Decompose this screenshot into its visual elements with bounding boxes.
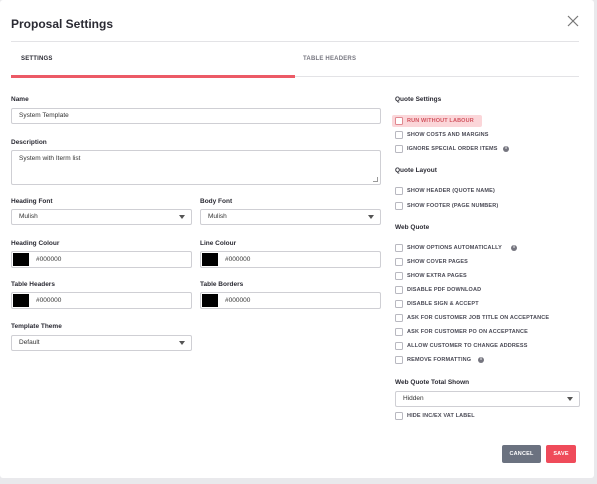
line-colour-picker[interactable]: #000000 — [200, 251, 381, 268]
web-quote-total-value: Hidden — [403, 395, 424, 402]
template-theme-select[interactable]: Default — [11, 335, 192, 351]
resize-handle[interactable] — [373, 177, 378, 182]
close-icon[interactable] — [566, 14, 580, 28]
template-theme-value: Default — [19, 339, 40, 346]
description-text: System with Iterm list — [19, 155, 81, 162]
quote-settings-heading: Quote Settings — [395, 96, 442, 103]
chevron-down-icon — [567, 397, 573, 401]
checkbox-show-options-automatically[interactable] — [395, 244, 403, 252]
color-swatch — [202, 294, 218, 307]
color-swatch — [202, 253, 218, 266]
line-colour-label: Line Colour — [200, 240, 237, 247]
proposal-settings-modal: Proposal Settings SETTINGS TABLE HEADERS… — [0, 0, 594, 478]
template-theme-label: Template Theme — [11, 323, 62, 330]
body-font-value: Mulish — [208, 213, 227, 220]
table-headers-colour-picker[interactable]: #000000 — [11, 292, 192, 309]
info-icon[interactable]: i — [478, 357, 484, 363]
chevron-down-icon — [368, 215, 374, 219]
heading-colour-label: Heading Colour — [11, 240, 60, 247]
checkbox-show-cover-pages[interactable] — [395, 258, 403, 266]
checkbox-disable-pdf-download[interactable] — [395, 286, 403, 294]
checkbox-allow-change-address[interactable] — [395, 342, 403, 350]
line-colour-value: #000000 — [225, 256, 251, 263]
heading-font-select[interactable]: Mulish — [11, 209, 192, 225]
allow-change-address-label: ALLOW CUSTOMER TO CHANGE ADDRESS — [407, 343, 528, 349]
cancel-button[interactable]: CANCEL — [502, 445, 541, 463]
show-cover-pages-label: SHOW COVER PAGES — [407, 259, 468, 265]
heading-font-value: Mulish — [19, 213, 38, 220]
web-quote-total-select[interactable]: Hidden — [395, 391, 580, 407]
web-quote-total-heading: Web Quote Total Shown — [395, 379, 470, 386]
description-textarea[interactable]: System with Iterm list — [11, 150, 381, 185]
modal-title: Proposal Settings — [11, 17, 114, 31]
hide-vat-label-text: HIDE INC/EX VAT LABEL — [407, 413, 475, 419]
checkbox-ask-job-title[interactable] — [395, 314, 403, 322]
show-options-automatically-label: SHOW OPTIONS AUTOMATICALLY — [407, 245, 502, 251]
checkbox-remove-formatting[interactable] — [395, 356, 403, 364]
checkbox-ask-po[interactable] — [395, 328, 403, 336]
run-without-labour-label: RUN WITHOUT LABOUR — [407, 118, 474, 124]
save-button[interactable]: SAVE — [546, 445, 576, 463]
remove-formatting-label: REMOVE FORMATTING — [407, 357, 472, 363]
ignore-special-order-items-label: IGNORE SPECIAL ORDER ITEMS — [407, 146, 498, 152]
info-icon[interactable]: i — [503, 146, 509, 152]
checkbox-show-footer[interactable] — [395, 202, 403, 210]
disable-sign-accept-label: DISABLE SIGN & ACCEPT — [407, 301, 479, 307]
checkbox-show-header[interactable] — [395, 187, 403, 195]
heading-font-label: Heading Font — [11, 198, 53, 205]
body-font-select[interactable]: Mulish — [200, 209, 381, 225]
body-font-label: Body Font — [200, 198, 233, 205]
header-divider — [11, 41, 579, 42]
chevron-down-icon — [179, 215, 185, 219]
heading-colour-value: #000000 — [36, 256, 62, 263]
show-costs-and-margins-label: SHOW COSTS AND MARGINS — [407, 132, 489, 138]
name-label: Name — [11, 96, 29, 103]
ask-job-title-label: ASK FOR CUSTOMER JOB TITLE ON ACCEPTANCE — [407, 315, 550, 321]
table-borders-colour-value: #000000 — [225, 297, 251, 304]
disable-pdf-download-label: DISABLE PDF DOWNLOAD — [407, 287, 482, 293]
quote-layout-heading: Quote Layout — [395, 167, 437, 174]
checkbox-hide-vat-label[interactable] — [395, 412, 403, 420]
table-headers-label: Table Headers — [11, 281, 55, 288]
show-footer-label: SHOW FOOTER (PAGE NUMBER) — [407, 203, 499, 209]
color-swatch — [13, 294, 29, 307]
checkbox-show-extra-pages[interactable] — [395, 272, 403, 280]
show-header-label: SHOW HEADER (QUOTE NAME) — [407, 188, 495, 194]
checkbox-disable-sign-accept[interactable] — [395, 300, 403, 308]
chevron-down-icon — [179, 341, 185, 345]
checkbox-ignore-special-order-items[interactable] — [395, 145, 403, 153]
tab-settings[interactable]: SETTINGS — [21, 56, 53, 62]
name-input[interactable]: System Template — [11, 108, 381, 124]
checkbox-run-without-labour[interactable] — [395, 117, 403, 125]
heading-colour-picker[interactable]: #000000 — [11, 251, 192, 268]
table-borders-colour-picker[interactable]: #000000 — [200, 292, 381, 309]
info-icon[interactable]: i — [511, 245, 517, 251]
show-extra-pages-label: SHOW EXTRA PAGES — [407, 273, 467, 279]
color-swatch — [13, 253, 29, 266]
active-tab-indicator — [11, 75, 295, 78]
description-label: Description — [11, 139, 47, 146]
table-headers-colour-value: #000000 — [36, 297, 62, 304]
ask-po-label: ASK FOR CUSTOMER PO ON ACCEPTANCE — [407, 329, 528, 335]
web-quote-heading: Web Quote — [395, 224, 430, 231]
tab-table-headers[interactable]: TABLE HEADERS — [303, 56, 356, 62]
checkbox-show-costs-and-margins[interactable] — [395, 131, 403, 139]
table-borders-label: Table Borders — [200, 281, 244, 288]
